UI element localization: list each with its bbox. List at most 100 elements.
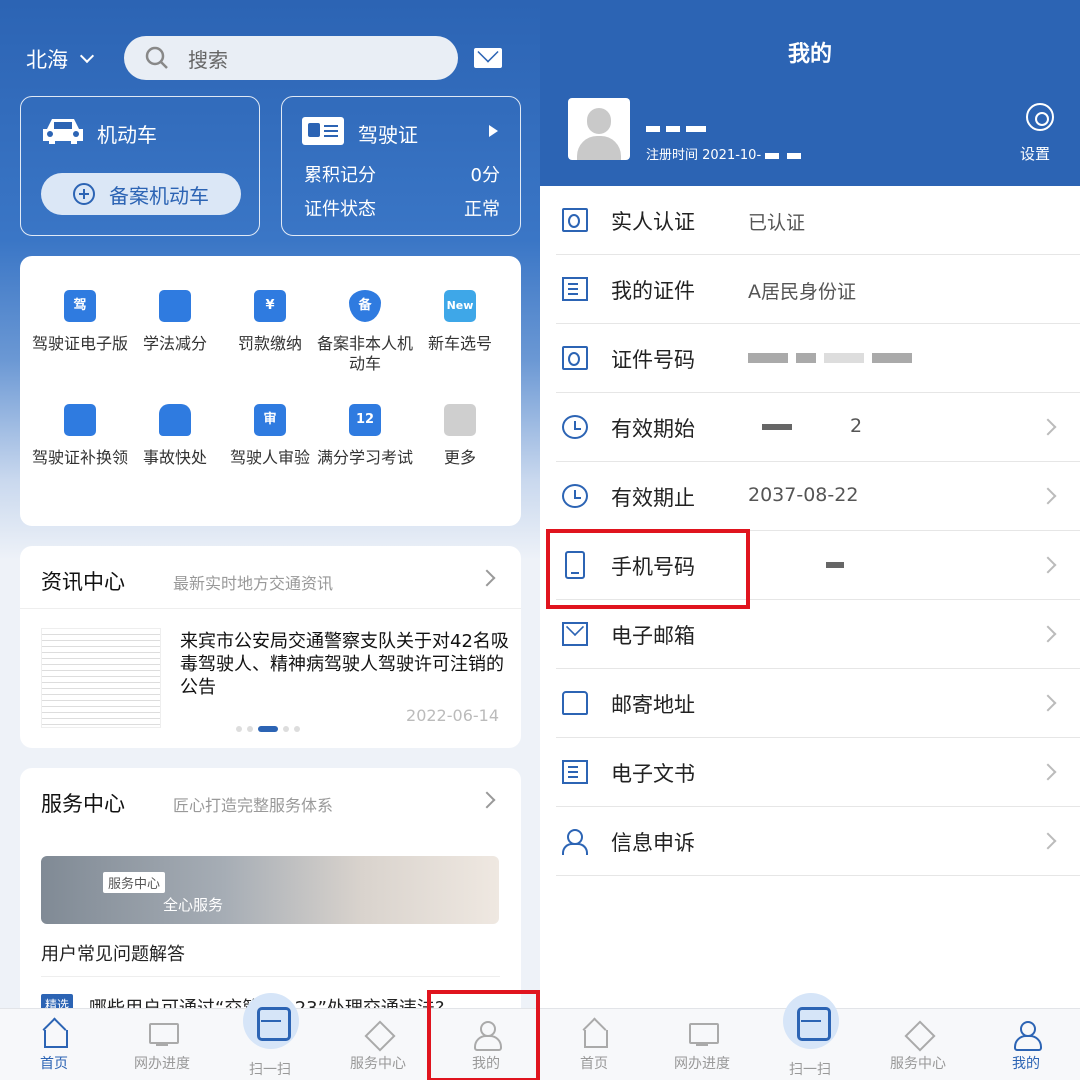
row-info-appeal[interactable]: 信息申诉 [540, 807, 1080, 876]
registration-time: 注册时间 2021-10- [646, 144, 809, 163]
divider [41, 976, 500, 977]
search-input[interactable]: 搜索 [124, 36, 458, 80]
row-real-name-auth[interactable]: 实人认证 已认证 [540, 186, 1080, 255]
row-id-number[interactable]: 证件号码 [540, 324, 1080, 393]
news-headline[interactable]: 来宾市公安局交通警察支队关于对42名吸毒驾驶人、精神病驾驶人驾驶许可注销的公告 [180, 630, 510, 699]
home-icon [39, 1019, 69, 1049]
license-e-icon: 驾 [60, 286, 100, 326]
chevron-right-icon [1039, 487, 1057, 505]
play-arrow-icon [489, 125, 498, 137]
row-value: 2 [748, 415, 862, 437]
home-screen: 北海 搜索 机动车 备案机动车 驾驶证 累积记分 0分 证件状态 正常 驾驾驶证… [0, 0, 540, 1080]
license-row-label: 累积记分 [304, 165, 376, 186]
tab-progress[interactable]: 网办进度 [648, 1009, 756, 1080]
tab-progress[interactable]: 网办进度 [108, 1009, 216, 1080]
service-banner[interactable]: 服务中心 全心服务 [41, 856, 499, 924]
vehicle-card-title: 机动车 [97, 123, 157, 147]
document-card-icon [562, 277, 588, 301]
row-valid-until[interactable]: 有效期止 2037-08-22 [540, 462, 1080, 531]
grid-item-more[interactable]: 更多 [412, 400, 508, 468]
service-title: 服务中心 [41, 792, 125, 816]
tab-label: 首页 [40, 1056, 68, 1072]
grid-item-label: 驾驶人审验 [229, 448, 310, 467]
scan-icon[interactable] [783, 993, 839, 1049]
chevron-right-icon [1039, 556, 1057, 574]
grid-item-full-score-exam[interactable]: 12 满分学习考试 [317, 400, 413, 468]
service-center-card: 服务中心 匠心打造完整服务体系 服务中心 全心服务 用户常见问题解答 精选 哪些… [20, 768, 521, 1028]
tab-label: 首页 [580, 1056, 608, 1072]
more-icon [440, 400, 480, 440]
new-plate-icon: New [440, 286, 480, 326]
license-status-row: 证件状态 正常 [304, 195, 500, 221]
grid-item-label: 备案非本人机动车 [317, 334, 414, 373]
grid-item-accident[interactable]: 事故快处 [127, 400, 223, 468]
row-value: A居民身份证 [748, 281, 856, 303]
tab-scan-label[interactable]: 扫一扫 [756, 1059, 864, 1079]
avatar[interactable] [568, 98, 630, 160]
row-label: 我的证件 [611, 279, 695, 303]
tab-service-center[interactable]: 服务中心 [864, 1009, 972, 1080]
add-vehicle-button[interactable]: 备案机动车 [41, 173, 241, 215]
page-title: 我的 [787, 42, 832, 67]
grid-item-label: 驾驶证补换领 [32, 448, 129, 467]
tab-home[interactable]: 首页 [540, 1009, 648, 1080]
row-label: 电子文书 [611, 762, 695, 786]
grid-item-label: 罚款缴纳 [237, 334, 302, 353]
row-mailing-address[interactable]: 邮寄地址 [540, 669, 1080, 738]
city-selector[interactable]: 北海 [26, 44, 95, 74]
chevron-right-icon [1039, 832, 1057, 850]
license-row-value: 正常 [464, 199, 500, 220]
row-value: 已认证 [748, 212, 806, 234]
scan-icon[interactable] [243, 993, 299, 1049]
tab-service-center[interactable]: 服务中心 [324, 1009, 432, 1080]
tab-scan-label[interactable]: 扫一扫 [216, 1059, 324, 1079]
grid-item-review[interactable]: 审驾驶人审验 [222, 400, 318, 468]
chevron-right-icon [1039, 763, 1057, 781]
grid-item-license-renew[interactable]: 驾驶证补换领 [32, 400, 128, 468]
carousel-dots [236, 726, 300, 732]
book-icon [155, 286, 195, 326]
car-icon [43, 119, 83, 144]
faq-link[interactable]: 用户常见问题解答 [41, 940, 185, 966]
row-label: 邮寄地址 [611, 693, 695, 717]
chevron-right-icon [1039, 625, 1057, 643]
grid-item-new-plate[interactable]: New 新车选号 [412, 286, 508, 354]
tab-home[interactable]: 首页 [0, 1009, 108, 1080]
settings-label[interactable]: 设置 [1020, 143, 1050, 164]
grid-item-label: 学法减分 [142, 334, 207, 353]
clock-icon [562, 484, 588, 508]
license-renew-icon [60, 400, 100, 440]
tab-mine[interactable]: 我的 [972, 1009, 1080, 1080]
clock-icon [562, 415, 588, 439]
news-thumbnail [41, 628, 161, 728]
license-row-value: 0分 [470, 165, 500, 186]
chevron-down-icon [79, 48, 95, 64]
grid-item-license-e[interactable]: 驾驾驶证电子版 [32, 286, 128, 354]
grid-item-label: 事故快处 [142, 448, 207, 467]
grid-item-other-vehicle[interactable]: 备备案非本人机动车 [317, 286, 413, 374]
gear-icon[interactable] [1026, 103, 1054, 131]
vehicle-card[interactable]: 机动车 备案机动车 [20, 96, 260, 236]
plus-circle-icon [73, 183, 95, 205]
mail-icon[interactable] [474, 48, 502, 68]
news-date: 2022-06-14 [406, 706, 499, 725]
row-my-document[interactable]: 我的证件 A居民身份证 [540, 255, 1080, 324]
bottom-tab-bar: 首页 网办进度 扫一扫 服务中心 我的 [540, 993, 1080, 1080]
truck-icon [562, 691, 588, 715]
grid-item-label: 新车选号 [427, 334, 492, 353]
row-valid-from[interactable]: 有效期始 2 [540, 393, 1080, 462]
grid-item-study[interactable]: 学法减分 [127, 286, 223, 354]
monitor-icon [147, 1019, 179, 1049]
search-icon [145, 46, 168, 69]
chevron-right-icon[interactable] [478, 791, 496, 809]
license-card[interactable]: 驾驶证 累积记分 0分 证件状态 正常 [281, 96, 521, 236]
chevron-right-icon[interactable] [478, 569, 496, 587]
row-label: 有效期始 [611, 417, 695, 441]
row-e-documents[interactable]: 电子文书 [540, 738, 1080, 807]
grid-item-fine[interactable]: ¥ 罚款缴纳 [222, 286, 318, 354]
row-email[interactable]: 电子邮箱 [540, 600, 1080, 669]
license-points-row: 累积记分 0分 [304, 161, 500, 187]
news-center-card[interactable]: 资讯中心 最新实时地方交通资讯 来宾市公安局交通警察支队关于对42名吸毒驾驶人、… [20, 546, 521, 748]
mail-icon [562, 622, 588, 646]
service-diamond-icon [903, 1019, 933, 1049]
